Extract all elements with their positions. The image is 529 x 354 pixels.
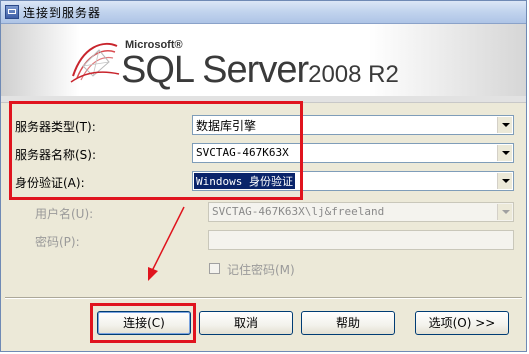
product-version: 2008 R2 bbox=[308, 61, 399, 88]
server-type-value: 数据库引擎 bbox=[196, 119, 257, 133]
product-banner: Microsoft® SQL Server2008 R2 bbox=[1, 24, 526, 103]
product-name: SQL Server bbox=[121, 49, 309, 91]
title-bar[interactable]: 连接到服务器 bbox=[1, 1, 526, 24]
authentication-select[interactable]: Windows 身份验证 bbox=[192, 171, 514, 191]
password-field[interactable] bbox=[208, 230, 514, 250]
window-title: 连接到服务器 bbox=[23, 6, 102, 20]
server-icon bbox=[5, 5, 19, 19]
banner-band bbox=[1, 96, 526, 102]
server-name-value: SVCTAG-467K63X bbox=[196, 146, 289, 159]
server-type-label: 服务器类型(T): bbox=[15, 120, 96, 134]
help-button[interactable]: 帮助 bbox=[301, 311, 395, 335]
authentication-row: 身份验证(A): Windows 身份验证 bbox=[1, 171, 526, 191]
connect-to-server-dialog: 连接到服务器 Microsoft® SQL Server2008 R2 服务器类… bbox=[0, 0, 527, 352]
cancel-button[interactable]: 取消 bbox=[199, 311, 293, 335]
remember-password-checkbox[interactable] bbox=[209, 263, 220, 274]
chevron-down-icon[interactable] bbox=[497, 204, 512, 220]
authentication-value: Windows 身份验证 bbox=[194, 173, 295, 189]
password-row: 密码(P): bbox=[1, 230, 526, 250]
server-name-combobox[interactable]: SVCTAG-467K63X bbox=[192, 143, 514, 163]
username-row: 用户名(U): SVCTAG-467K63X\lj&freeland bbox=[1, 202, 526, 222]
server-name-label: 服务器名称(S): bbox=[15, 148, 97, 162]
connection-form: 服务器类型(T): 数据库引擎 服务器名称(S): SVCTAG-467K63X… bbox=[1, 103, 526, 288]
username-value: SVCTAG-467K63X\lj&freeland bbox=[212, 205, 385, 218]
sql-server-logo-icon bbox=[70, 42, 120, 83]
password-label: 密码(P): bbox=[35, 235, 80, 249]
authentication-label: 身份验证(A): bbox=[15, 176, 85, 190]
chevron-down-icon[interactable] bbox=[497, 145, 512, 161]
options-button[interactable]: 选项(O) >> bbox=[415, 311, 509, 335]
product-title: SQL Server2008 R2 bbox=[121, 49, 399, 92]
server-name-row: 服务器名称(S): SVCTAG-467K63X bbox=[1, 143, 526, 163]
username-label: 用户名(U): bbox=[35, 207, 94, 221]
button-separator bbox=[5, 297, 522, 299]
connect-button[interactable]: 连接(C) bbox=[97, 311, 191, 335]
chevron-down-icon[interactable] bbox=[497, 117, 512, 133]
chevron-down-icon[interactable] bbox=[497, 173, 512, 189]
server-type-row: 服务器类型(T): 数据库引擎 bbox=[1, 115, 526, 135]
remember-password-row: 记住密码(M) bbox=[1, 260, 526, 280]
username-combobox[interactable]: SVCTAG-467K63X\lj&freeland bbox=[208, 202, 514, 222]
server-type-select[interactable]: 数据库引擎 bbox=[192, 115, 514, 135]
remember-password-label: 记住密码(M) bbox=[227, 263, 295, 277]
